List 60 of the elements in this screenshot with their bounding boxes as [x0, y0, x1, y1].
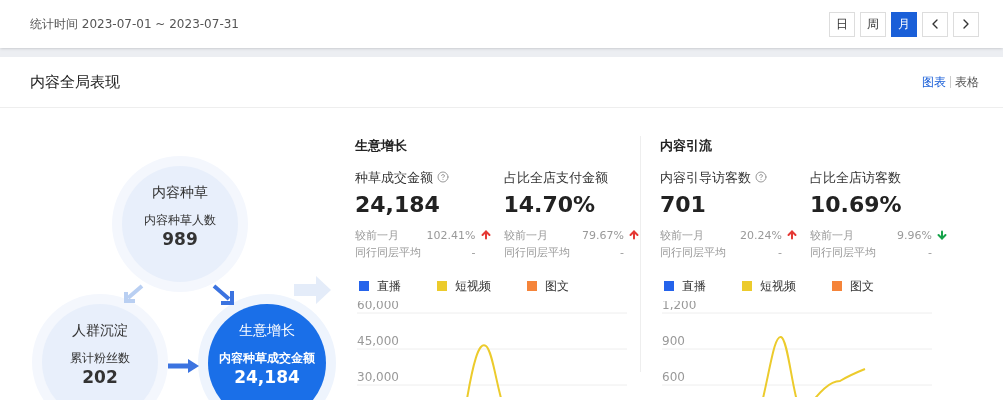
metric-label: 占比全店支付金额	[503, 168, 608, 187]
metric-label: 占比全店访客数	[810, 168, 901, 187]
node-value: 989	[162, 229, 198, 251]
compare-value: 102.41%	[426, 227, 476, 244]
card-title: 内容全局表现	[30, 71, 120, 93]
next-button[interactable]	[953, 11, 979, 37]
metric-label: 种草成交金额	[355, 168, 433, 187]
compare-label: 同行同层平均	[355, 244, 421, 261]
arrow-icon	[294, 274, 332, 306]
compare-label: 较前一月	[503, 227, 548, 244]
legend-label: 图文	[545, 277, 569, 295]
legend-label: 直播	[682, 277, 706, 295]
compare-value: -	[928, 244, 932, 261]
view-toggle-link[interactable]: 表格	[955, 73, 979, 91]
node-metric: 累计粉丝数	[70, 350, 130, 367]
node-value: 202	[82, 367, 118, 389]
metric-value: 24,184	[355, 191, 441, 219]
period-tab[interactable]: 日	[829, 11, 855, 37]
help-icon[interactable]	[755, 171, 767, 184]
metric-value: 701	[660, 191, 707, 219]
metric-label: 内容引导访客数	[660, 168, 751, 187]
legend-label: 短视频	[455, 277, 491, 295]
node-metric: 内容种草人数	[144, 212, 216, 229]
period-tab[interactable]: 月	[891, 11, 917, 37]
legend-label: 图文	[850, 277, 874, 295]
section-title: 生意增长	[355, 137, 408, 155]
metric-value: 10.69%	[810, 191, 903, 219]
view-toggle-link[interactable]: 图表	[922, 73, 946, 91]
node-value: 24,184	[234, 367, 300, 389]
axis-tick-label: 45,000	[357, 333, 399, 348]
axis-tick-label: 30,000	[357, 369, 399, 384]
metric-value: 14.70%	[503, 191, 597, 219]
compare-value: 79.67%	[582, 227, 624, 244]
compare-value: 20.24%	[740, 227, 782, 244]
node-metric: 内容种草成交金额	[219, 350, 315, 367]
compare-value: -	[778, 244, 782, 261]
node-title: 生意增长	[239, 321, 295, 340]
axis-tick-label: 600	[662, 369, 685, 384]
compare-value: -	[471, 244, 476, 261]
previous-button[interactable]	[922, 11, 948, 37]
compare-label: 较前一月	[810, 227, 854, 244]
period-tab[interactable]: 周	[860, 11, 886, 37]
compare-value: -	[620, 244, 624, 261]
section-title: 内容引流	[660, 137, 713, 155]
compare-label: 较前一月	[660, 227, 704, 244]
arrow-icon	[168, 358, 200, 374]
node-title: 内容种草	[152, 183, 208, 202]
axis-tick-label: 900	[662, 333, 685, 348]
compare-label: 同行同层平均	[660, 244, 726, 261]
help-icon[interactable]	[437, 171, 449, 184]
arrow-icon	[122, 284, 144, 304]
compare-label: 同行同层平均	[810, 244, 876, 261]
legend-label: 短视频	[760, 277, 796, 295]
compare-label: 同行同层平均	[503, 244, 570, 261]
date-range-label: 统计时间 2023-07-01 ~ 2023-07-31	[30, 16, 239, 33]
arrow-icon	[212, 284, 236, 306]
compare-label: 较前一月	[355, 227, 399, 244]
compare-value: 9.96%	[897, 227, 932, 244]
legend-label: 直播	[377, 277, 401, 295]
node-title: 人群沉淀	[72, 321, 128, 340]
